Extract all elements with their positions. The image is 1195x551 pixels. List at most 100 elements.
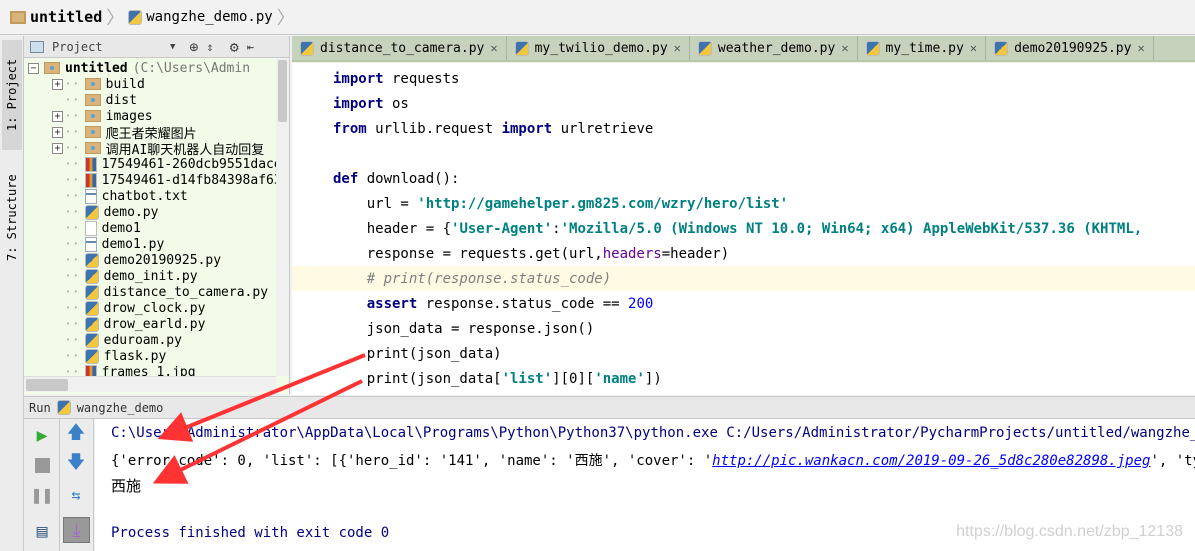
code-line: json_data = response.json(): [333, 321, 595, 337]
console-command: C:\Users\Administrator\AppData\Local\Pro…: [111, 425, 1195, 441]
tree-item[interactable]: ·· drow_earld.py: [52, 316, 205, 332]
expand-icon[interactable]: +: [52, 78, 63, 90]
tree-item[interactable]: + ·· build: [52, 76, 145, 92]
close-icon[interactable]: ✕: [841, 41, 848, 55]
tab-project[interactable]: 1: Project: [2, 40, 22, 150]
code-line: from urllib.request import urlretrieve: [333, 121, 654, 137]
folder-icon: [10, 10, 26, 24]
breadcrumb-project[interactable]: untitled: [30, 8, 102, 26]
code-line: response = requests.get(url,headers=head…: [333, 246, 730, 262]
stop-icon[interactable]: [32, 455, 52, 475]
tree-root[interactable]: − untitled (C:\Users\Admin: [28, 60, 250, 76]
tree-item[interactable]: ·· chatbot.txt: [52, 188, 188, 204]
editor-tab[interactable]: demo20190925.py ✕: [986, 36, 1154, 60]
tree-item[interactable]: ·· 17549461-260dcb9551dace: [52, 156, 282, 172]
tree-item-label: demo_init.py: [103, 268, 198, 284]
close-icon[interactable]: ✕: [674, 41, 681, 55]
vertical-scrollbar[interactable]: [276, 58, 289, 376]
expand-icon[interactable]: +: [52, 110, 63, 122]
py-file-icon: [84, 252, 99, 268]
code-line: import requests: [333, 71, 460, 87]
editor-tab[interactable]: weather_demo.py ✕: [690, 36, 858, 60]
expand-icon[interactable]: +: [52, 142, 63, 154]
project-view-dropdown[interactable]: Project: [52, 40, 162, 54]
tree-item-label: drow_earld.py: [103, 316, 206, 332]
pause-icon[interactable]: ❚❚: [31, 485, 53, 506]
tab-label: my_time.py: [885, 40, 964, 56]
folder-icon: [84, 126, 101, 138]
layout-icon[interactable]: ▤: [32, 521, 52, 542]
chevron-right-icon: 〉: [276, 8, 295, 29]
tree-item[interactable]: ·· demo1.py: [52, 236, 164, 252]
tree-item-label: demo.py: [103, 204, 159, 220]
console-output: 西施: [111, 477, 142, 495]
code-line: header = {'User-Agent':'Mozilla/5.0 (Win…: [333, 221, 1143, 237]
editor-tab[interactable]: my_twilio_demo.py ✕: [507, 36, 690, 60]
code-line: def download():: [333, 171, 460, 187]
tree-item-label: build: [105, 76, 145, 92]
tree-item[interactable]: ·· demo_init.py: [52, 268, 198, 284]
cover-link[interactable]: http://pic.wankacn.com/2019-09-26_5d8c28…: [712, 453, 1150, 469]
locate-icon[interactable]: ⊕: [189, 38, 198, 56]
gear-icon[interactable]: ⚙: [230, 38, 239, 56]
tree-item[interactable]: ·· demo1: [52, 220, 141, 236]
tree-item[interactable]: ·· distance_to_camera.py: [52, 284, 268, 300]
tree-item-label: 17549461-260dcb9551dace: [101, 156, 282, 172]
code-editor[interactable]: import requests import os from urllib.re…: [292, 63, 1195, 395]
tree-item-label: 调用AI聊天机器人自动回复: [105, 142, 265, 158]
soft-wrap-icon[interactable]: ⇆: [66, 485, 86, 505]
code-line: assert response.status_code == 200: [366, 296, 654, 312]
close-icon[interactable]: ✕: [970, 41, 977, 55]
breadcrumb-file[interactable]: wangzhe_demo.py: [146, 9, 272, 25]
tree-item[interactable]: ·· dist: [52, 92, 137, 108]
hide-panel-icon[interactable]: ⇤: [247, 40, 254, 54]
py-file-icon: [84, 204, 99, 220]
python-file-icon: [697, 40, 712, 56]
tree-item[interactable]: ·· demo.py: [52, 204, 158, 220]
tab-label: distance_to_camera.py: [320, 40, 485, 56]
run-panel-header: Run wangzhe_demo: [24, 396, 1195, 419]
tree-item[interactable]: ·· 17549461-d14fb84398af63: [52, 172, 282, 188]
folder-icon: [84, 78, 101, 90]
tree-item-label: images: [105, 108, 153, 124]
python-file-icon: [300, 40, 314, 56]
project-view-icon: [30, 40, 44, 53]
collapse-icon[interactable]: −: [28, 62, 39, 74]
editor-tab[interactable]: my_time.py ✕: [858, 36, 987, 60]
editor-tabs: distance_to_camera.py ✕ my_twilio_demo.py ✕…: [292, 36, 1195, 62]
rerun-icon[interactable]: ▶: [32, 425, 52, 446]
chevron-right-icon: 〉: [106, 8, 125, 29]
tree-item[interactable]: ·· drow_clock.py: [52, 300, 205, 316]
code-line: print(json_data): [333, 346, 502, 362]
tab-structure[interactable]: 7: Structure: [2, 158, 22, 278]
run-label: Run: [29, 400, 51, 415]
project-panel: Project ▼ ⊕ ⇕ ⚙ ⇤ − untitled (C:\Users\Adm…: [24, 36, 290, 394]
tree-root-name: untitled: [65, 60, 128, 76]
run-config-tab[interactable]: wangzhe_demo: [77, 401, 164, 415]
arrow-down-icon[interactable]: 🡇: [66, 452, 86, 475]
project-panel-header: Project ▼ ⊕ ⇕ ⚙ ⇤: [24, 36, 289, 58]
py-file-icon: [84, 300, 99, 316]
watermark: https://blog.csdn.net/zbp_12138: [956, 523, 1183, 540]
chevron-down-icon[interactable]: ▼: [170, 42, 175, 52]
tree-item[interactable]: ·· eduroam.py: [52, 332, 182, 348]
editor-tab[interactable]: distance_to_camera.py ✕: [292, 36, 507, 60]
arrow-up-icon[interactable]: 🡅: [66, 422, 86, 445]
console-exit-message: Process finished with exit code 0: [111, 525, 390, 541]
expand-icon[interactable]: +: [52, 126, 63, 138]
folder-icon: [84, 110, 101, 122]
tree-item[interactable]: + ·· 调用AI聊天机器人自动回复: [52, 140, 265, 158]
horizontal-scrollbar[interactable]: [24, 376, 276, 392]
tree-item[interactable]: ·· flask.py: [52, 348, 166, 364]
tree-item[interactable]: ·· demo20190925.py: [52, 252, 221, 268]
close-icon[interactable]: ✕: [1137, 41, 1144, 55]
tab-label: demo20190925.py: [1014, 40, 1132, 56]
close-icon[interactable]: ✕: [490, 41, 497, 55]
folder-icon: [84, 94, 101, 106]
collapse-all-icon[interactable]: ⇕: [206, 40, 213, 54]
tree-item-label: distance_to_camera.py: [103, 284, 269, 300]
tree-item-label: demo20190925.py: [103, 252, 222, 268]
code-line: url = 'http://gamehelper.gm825.com/wzry/…: [333, 196, 789, 212]
tab-structure-label: 7: Structure: [5, 174, 19, 262]
scroll-to-end-icon[interactable]: ⤓: [63, 517, 90, 543]
